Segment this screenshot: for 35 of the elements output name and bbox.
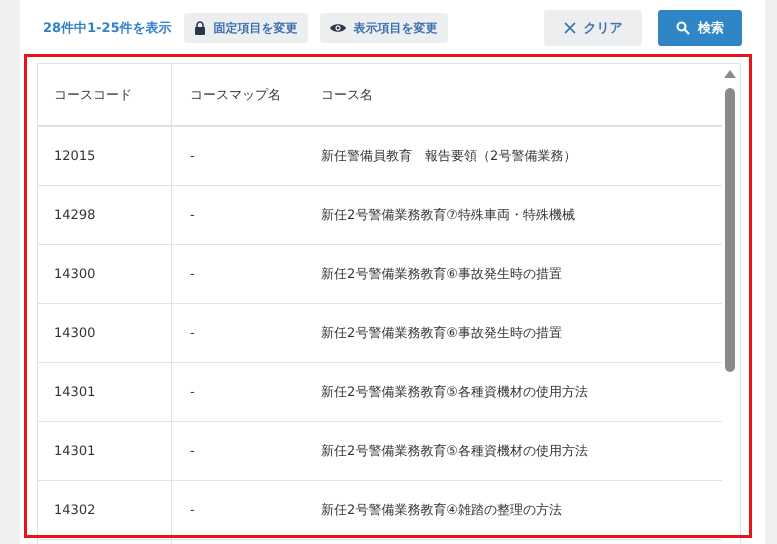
table-cell: -	[172, 304, 321, 362]
scroll-up-icon	[724, 70, 736, 78]
table-cell: -	[172, 244, 321, 304]
table-cell: -	[172, 126, 321, 186]
column-header: コースマップ名	[172, 64, 321, 126]
table-cell: 14301	[38, 422, 172, 480]
column-header: コースコード	[38, 64, 172, 126]
table-cell: 新任2号警備業務教育④雑踏の整理の方法	[321, 480, 722, 540]
search-button[interactable]: 検索	[658, 10, 742, 46]
table-cell: 新任2号警備業務教育⑦特殊車両・特殊機械	[321, 186, 722, 244]
table-cell: 新任2号警備業務教育⑤各種資機材の使用方法	[321, 362, 722, 422]
search-icon	[676, 21, 690, 35]
table-cell: -	[172, 480, 321, 540]
result-count: 28件中1-25件を表示	[43, 20, 172, 37]
table-cell: 14300	[38, 244, 172, 304]
scrollbar-thumb[interactable]	[725, 88, 735, 372]
eye-icon	[330, 23, 346, 33]
table-cell: 12015	[38, 126, 172, 186]
table-cell: 新任2号警備業務教育⑥事故発生時の措置	[321, 304, 722, 362]
close-icon	[564, 22, 576, 34]
table-cell: 新任2号警備業務教育⑥事故発生時の措置	[321, 244, 722, 304]
clear-button[interactable]: クリア	[544, 10, 642, 46]
table-cell: 新任2号警備業務教育⑤各種資機材の使用方法	[321, 422, 722, 480]
table-cell: -	[172, 362, 321, 422]
fixed-items-button[interactable]: 固定項目を変更	[184, 13, 308, 43]
column-header: コース名	[321, 64, 722, 126]
display-items-button[interactable]: 表示項目を変更	[320, 13, 448, 43]
table-cell: 14298	[38, 186, 172, 244]
table-cell: -	[172, 186, 321, 244]
table-cell: 新任警備員教育 報告要領（2号警備業務）	[321, 126, 722, 186]
table-cell: 14300	[38, 304, 172, 362]
table-cell: 14302	[38, 480, 172, 540]
lock-icon	[194, 21, 206, 35]
table-cell: -	[172, 422, 321, 480]
table-cell: 14301	[38, 362, 172, 422]
